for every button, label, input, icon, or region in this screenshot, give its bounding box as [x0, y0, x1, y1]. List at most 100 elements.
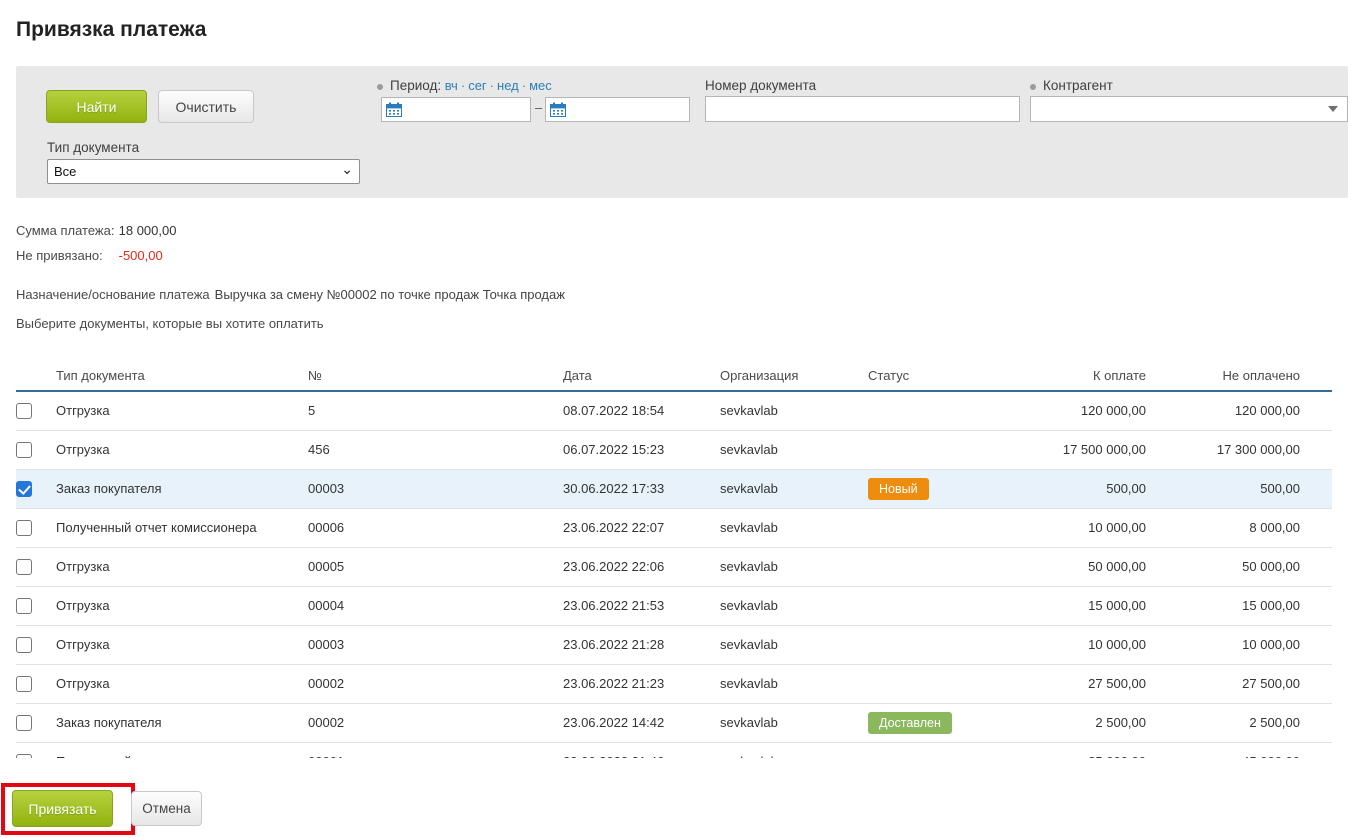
period-bullet-icon	[377, 84, 383, 90]
column-header-number: №	[308, 360, 563, 391]
cell-date: 23.06.2022 21:46	[563, 742, 720, 758]
cell-number: 5	[308, 391, 563, 430]
cell-unpaid: 10 000,00	[1162, 625, 1332, 664]
cell-org: sevkavlab	[720, 586, 868, 625]
cell-date: 23.06.2022 21:53	[563, 586, 720, 625]
cell-doc-type: Отгрузка	[56, 664, 308, 703]
row-checkbox[interactable]	[16, 598, 32, 614]
cell-doc-type: Полученный отчет комиссионера	[56, 508, 308, 547]
period-shortcut-сег[interactable]: сег	[468, 78, 486, 93]
row-checkbox[interactable]	[16, 754, 32, 758]
table-row[interactable]: Отгрузка0000523.06.2022 22:06sevkavlab50…	[16, 547, 1332, 586]
cell-unpaid: 8 000,00	[1162, 508, 1332, 547]
table-row[interactable]: Заказ покупателя0000223.06.2022 14:42sev…	[16, 703, 1332, 742]
cell-status: Новый	[868, 469, 1018, 508]
row-checkbox[interactable]	[16, 676, 32, 692]
header-checkbox-spacer	[16, 360, 56, 391]
period-shortcut-вч[interactable]: вч	[445, 78, 458, 93]
chevron-down-icon	[1328, 106, 1338, 112]
cell-unpaid: 2 500,00	[1162, 703, 1332, 742]
cell-checkbox	[16, 430, 56, 469]
document-type-select[interactable]: Все ⌄	[47, 159, 360, 184]
row-checkbox[interactable]	[16, 403, 32, 419]
unlinked-value: -500,00	[119, 248, 163, 263]
counterparty-label: Контрагент	[1043, 78, 1113, 93]
documents-table: Тип документа № Дата Организация Статус …	[16, 360, 1332, 758]
period-from-field[interactable]	[381, 97, 531, 122]
row-checkbox[interactable]	[16, 559, 32, 575]
period-to-field[interactable]	[545, 97, 690, 122]
cell-unpaid: 120 000,00	[1162, 391, 1332, 430]
cell-date: 23.06.2022 22:07	[563, 508, 720, 547]
cell-number: 00002	[308, 703, 563, 742]
cell-status	[868, 391, 1018, 430]
table-row[interactable]: Отгрузка0000223.06.2022 21:23sevkavlab27…	[16, 664, 1332, 703]
cell-org: sevkavlab	[720, 625, 868, 664]
cell-checkbox	[16, 742, 56, 758]
cell-checkbox	[16, 703, 56, 742]
cell-date: 30.06.2022 17:33	[563, 469, 720, 508]
document-type-value: Все	[54, 164, 341, 179]
cell-to-pay: 2 500,00	[1018, 703, 1162, 742]
find-button[interactable]: Найти	[46, 90, 147, 123]
cell-doc-type: Отгрузка	[56, 430, 308, 469]
shortcut-separator: ·	[490, 78, 494, 93]
cell-status	[868, 547, 1018, 586]
period-shortcut-мес[interactable]: мес	[529, 78, 552, 93]
cell-date: 06.07.2022 15:23	[563, 430, 720, 469]
row-checkbox[interactable]	[16, 520, 32, 536]
row-checkbox[interactable]	[16, 715, 32, 731]
column-header-status: Статус	[868, 360, 1018, 391]
cell-org: sevkavlab	[720, 469, 868, 508]
cell-number: 00003	[308, 625, 563, 664]
period-from-input[interactable]	[406, 102, 526, 117]
row-checkbox-checked[interactable]	[16, 481, 32, 497]
cell-org: sevkavlab	[720, 547, 868, 586]
row-checkbox[interactable]	[16, 442, 32, 458]
period-to-input[interactable]	[570, 102, 685, 117]
cell-to-pay: 15 000,00	[1018, 586, 1162, 625]
table-header-row: Тип документа № Дата Организация Статус …	[16, 360, 1332, 391]
cell-to-pay: 27 500,00	[1018, 664, 1162, 703]
cell-number: 456	[308, 430, 563, 469]
clear-button[interactable]: Очистить	[158, 90, 254, 123]
period-shortcuts: вч·сег·нед·мес	[445, 78, 552, 93]
calendar-icon	[550, 102, 566, 117]
row-checkbox[interactable]	[16, 637, 32, 653]
cell-doc-type: Полученный отчет комиссионера	[56, 742, 308, 758]
cell-date: 23.06.2022 22:06	[563, 547, 720, 586]
cell-number: 00001	[308, 742, 563, 758]
cell-date: 08.07.2022 18:54	[563, 391, 720, 430]
cell-org: sevkavlab	[720, 703, 868, 742]
table-row[interactable]: Полученный отчет комиссионера0000623.06.…	[16, 508, 1332, 547]
table-row[interactable]: Отгрузка0000323.06.2022 21:28sevkavlab10…	[16, 625, 1332, 664]
period-shortcut-нед[interactable]: нед	[497, 78, 519, 93]
period-dash: –	[535, 100, 542, 115]
cell-status	[868, 664, 1018, 703]
table-row[interactable]: Отгрузка508.07.2022 18:54sevkavlab120 00…	[16, 391, 1332, 430]
cell-unpaid: 27 500,00	[1162, 664, 1332, 703]
table-row[interactable]: Заказ покупателя0000330.06.2022 17:33sev…	[16, 469, 1332, 508]
calendar-icon	[386, 102, 402, 117]
cancel-button[interactable]: Отмена	[131, 791, 202, 826]
table-row[interactable]: Отгрузка45606.07.2022 15:23sevkavlab17 5…	[16, 430, 1332, 469]
cell-doc-type: Заказ покупателя	[56, 469, 308, 508]
document-number-input[interactable]	[705, 96, 1020, 122]
cell-number: 00004	[308, 586, 563, 625]
table-row[interactable]: Отгрузка0000423.06.2022 21:53sevkavlab 15…	[16, 586, 1332, 625]
column-header-type: Тип документа	[56, 360, 308, 391]
cell-doc-type: Отгрузка	[56, 547, 308, 586]
cell-to-pay: 17 500 000,00	[1018, 430, 1162, 469]
payment-amount-label: Сумма платежа:	[16, 218, 115, 243]
shortcut-separator: ·	[522, 78, 526, 93]
table-row[interactable]: Полученный отчет комиссионера0000123.06.…	[16, 742, 1332, 758]
counterparty-combobox[interactable]	[1030, 96, 1348, 122]
payment-binding-page: Привязка платежа Найти Очистить Период: …	[0, 0, 1356, 838]
bind-button[interactable]: Привязать	[12, 790, 113, 827]
cell-status	[868, 586, 1018, 625]
cell-date: 23.06.2022 21:23	[563, 664, 720, 703]
cell-unpaid: 500,00	[1162, 469, 1332, 508]
cell-status	[868, 742, 1018, 758]
cell-doc-type: Отгрузка	[56, 586, 308, 625]
document-number-label: Номер документа	[705, 78, 816, 93]
